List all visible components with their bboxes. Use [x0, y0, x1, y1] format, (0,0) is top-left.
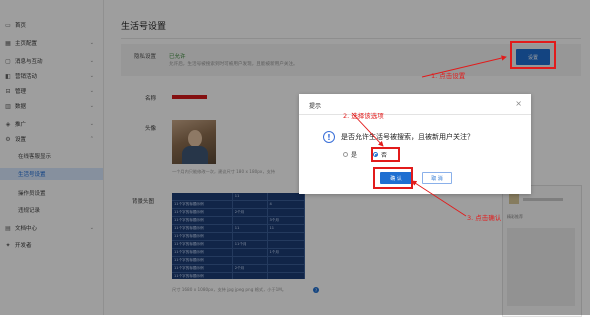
arrow-step3	[411, 180, 467, 217]
arrow-step1	[421, 55, 507, 78]
arrow-step2	[351, 112, 384, 147]
annotation-arrows	[351, 55, 507, 217]
